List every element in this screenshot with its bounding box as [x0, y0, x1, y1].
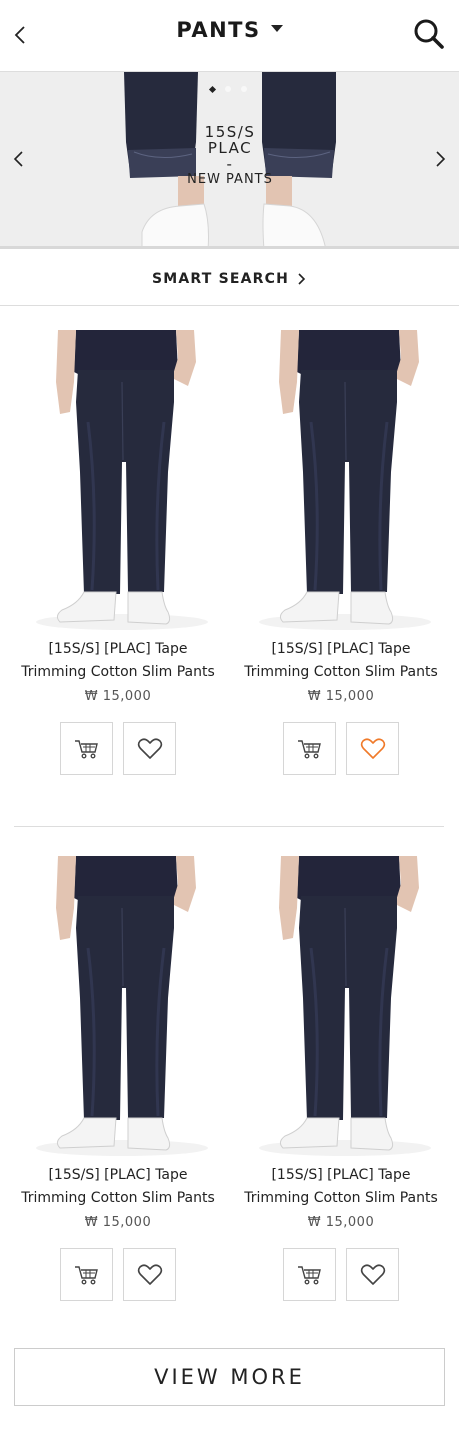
- banner-line-1: 15S/S: [204, 123, 256, 141]
- caret-down-icon: [270, 25, 283, 32]
- product-image[interactable]: [18, 322, 218, 632]
- product-actions: [18, 1248, 218, 1301]
- product-name-line-1: [15S/S] [PLAC] Tape: [271, 1167, 411, 1183]
- slide-dot-active[interactable]: [208, 85, 217, 93]
- product-price: ₩ 15,000: [307, 689, 375, 704]
- product-actions: [241, 722, 441, 775]
- product-name-line-2: Trimming Cotton Slim Pants: [244, 664, 438, 680]
- product-name[interactable]: [15S/S] [PLAC] Tape Trimming Cotton Slim…: [18, 638, 218, 684]
- banner-prev-button[interactable]: [8, 148, 30, 170]
- smart-search-label: SMART SEARCH: [151, 270, 290, 287]
- category-dropdown[interactable]: PANTS: [0, 18, 459, 42]
- view-more-button[interactable]: VIEW MORE: [14, 1348, 445, 1406]
- product-image[interactable]: [241, 322, 441, 632]
- product-name[interactable]: [15S/S] [PLAC] Tape Trimming Cotton Slim…: [241, 1164, 441, 1210]
- app-header: PANTS: [0, 0, 459, 72]
- product-name-line-1: [15S/S] [PLAC] Tape: [271, 641, 411, 657]
- banner-caption: 15S/S PLAC - NEW PANTS: [170, 124, 290, 188]
- add-to-cart-button[interactable]: [60, 1248, 113, 1301]
- cart-icon: [74, 1265, 98, 1284]
- chevron-right-icon: [298, 272, 306, 285]
- banner-line-2: PLAC: [207, 139, 253, 157]
- add-to-cart-button[interactable]: [60, 722, 113, 775]
- product-name-line-2: Trimming Cotton Slim Pants: [244, 1190, 438, 1206]
- chevron-right-icon: [436, 151, 446, 167]
- chevron-left-icon: [13, 151, 23, 167]
- product-name[interactable]: [15S/S] [PLAC] Tape Trimming Cotton Slim…: [18, 1164, 218, 1210]
- product-name-line-2: Trimming Cotton Slim Pants: [21, 1190, 215, 1206]
- wishlist-button[interactable]: [123, 1248, 176, 1301]
- promo-banner[interactable]: 15S/S PLAC - NEW PANTS: [0, 71, 459, 249]
- product-price: ₩ 15,000: [84, 1215, 152, 1230]
- banner-next-button[interactable]: [429, 148, 451, 170]
- banner-line-4: NEW PANTS: [187, 172, 273, 187]
- product-actions: [241, 1248, 441, 1301]
- smart-search-link[interactable]: SMART SEARCH: [0, 252, 459, 306]
- product-card: [15S/S] [PLAC] Tape Trimming Cotton Slim…: [241, 322, 441, 775]
- add-to-cart-button[interactable]: [283, 1248, 336, 1301]
- wishlist-button[interactable]: [346, 722, 399, 775]
- product-name-line-2: Trimming Cotton Slim Pants: [21, 664, 215, 680]
- banner-line-3: -: [226, 155, 234, 173]
- heart-icon: [360, 737, 385, 759]
- cart-icon: [74, 739, 98, 758]
- page-title: PANTS: [176, 18, 261, 42]
- wishlist-button[interactable]: [123, 722, 176, 775]
- product-name[interactable]: [15S/S] [PLAC] Tape Trimming Cotton Slim…: [241, 638, 441, 684]
- product-actions: [18, 722, 218, 775]
- search-button[interactable]: [411, 16, 447, 52]
- product-image[interactable]: [18, 848, 218, 1158]
- cart-icon: [297, 739, 321, 758]
- heart-icon: [137, 1263, 162, 1285]
- product-card: [15S/S] [PLAC] Tape Trimming Cotton Slim…: [241, 848, 441, 1301]
- product-price: ₩ 15,000: [84, 689, 152, 704]
- heart-icon: [360, 1263, 385, 1285]
- product-card: [15S/S] [PLAC] Tape Trimming Cotton Slim…: [18, 848, 218, 1301]
- slide-dot[interactable]: [225, 86, 231, 92]
- slide-indicator: [208, 85, 247, 93]
- slide-dot[interactable]: [241, 86, 247, 92]
- search-icon: [414, 19, 444, 49]
- product-price: ₩ 15,000: [307, 1215, 375, 1230]
- product-name-line-1: [15S/S] [PLAC] Tape: [48, 1167, 188, 1183]
- wishlist-button[interactable]: [346, 1248, 399, 1301]
- row-divider: [14, 826, 444, 827]
- add-to-cart-button[interactable]: [283, 722, 336, 775]
- product-name-line-1: [15S/S] [PLAC] Tape: [48, 641, 188, 657]
- heart-icon: [137, 737, 162, 759]
- view-more-label: VIEW MORE: [154, 1365, 305, 1389]
- product-image[interactable]: [241, 848, 441, 1158]
- cart-icon: [297, 1265, 321, 1284]
- product-card: [15S/S] [PLAC] Tape Trimming Cotton Slim…: [18, 322, 218, 775]
